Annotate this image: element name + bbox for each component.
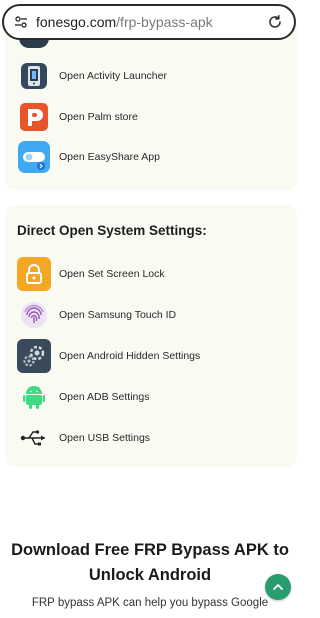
gears-icon [17,339,51,373]
palm-store-icon [17,100,51,134]
list-item-adb-settings[interactable]: Open ADB Settings [17,380,149,414]
article-paragraph: FRP bypass APK can help you bypass Googl… [31,597,269,609]
list-item-label: Open EasyShare App [59,151,160,163]
list-item-easyshare[interactable]: Open EasyShare App [17,140,160,174]
address-bar[interactable]: fonesgo.com/frp-bypass-apk [2,4,296,40]
list-item-label: Open Palm store [59,111,138,123]
url-domain: fonesgo.com [36,14,117,30]
back-to-top-button[interactable] [265,574,291,600]
apps-card: Open Activity Launcher Open Palm store O… [5,18,297,190]
android-icon [17,380,51,414]
lock-icon [17,257,51,291]
activity-launcher-icon [17,59,51,93]
list-item-label: Open Android Hidden Settings [59,350,201,362]
url-path: /frp-bypass-apk [116,14,213,30]
section-title: Direct Open System Settings: [17,223,207,238]
list-item-label: Open USB Settings [59,432,151,444]
fingerprint-icon [17,298,51,332]
list-item-palm-store[interactable]: Open Palm store [17,100,138,134]
list-item-touch-id[interactable]: Open Samsung Touch ID [17,298,176,332]
site-settings-icon[interactable] [14,15,28,29]
url-text[interactable]: fonesgo.com/frp-bypass-apk [36,14,266,30]
heading-line: Download Free FRP Bypass APK to [11,541,289,559]
system-settings-card: Direct Open System Settings: Open Set Sc… [5,205,297,467]
chevron-up-icon [273,584,283,590]
list-item-activity-launcher[interactable]: Open Activity Launcher [17,59,167,93]
article-heading: Download Free FRP Bypass APK to Unlock A… [0,538,300,588]
list-item-usb-settings[interactable]: Open USB Settings [17,421,150,455]
heading-line: Unlock Android [88,566,212,584]
usb-icon [17,421,51,455]
list-item-label: Open ADB Settings [59,391,150,403]
list-item-label: Open Activity Launcher [59,70,167,82]
easyshare-icon [17,140,51,174]
list-item-screen-lock[interactable]: Open Set Screen Lock [17,257,165,291]
list-item-hidden-settings[interactable]: Open Android Hidden Settings [17,339,200,373]
list-item-label: Open Samsung Touch ID [59,309,177,321]
reload-icon[interactable] [266,13,284,31]
list-item-label: Open Set Screen Lock [59,268,165,280]
